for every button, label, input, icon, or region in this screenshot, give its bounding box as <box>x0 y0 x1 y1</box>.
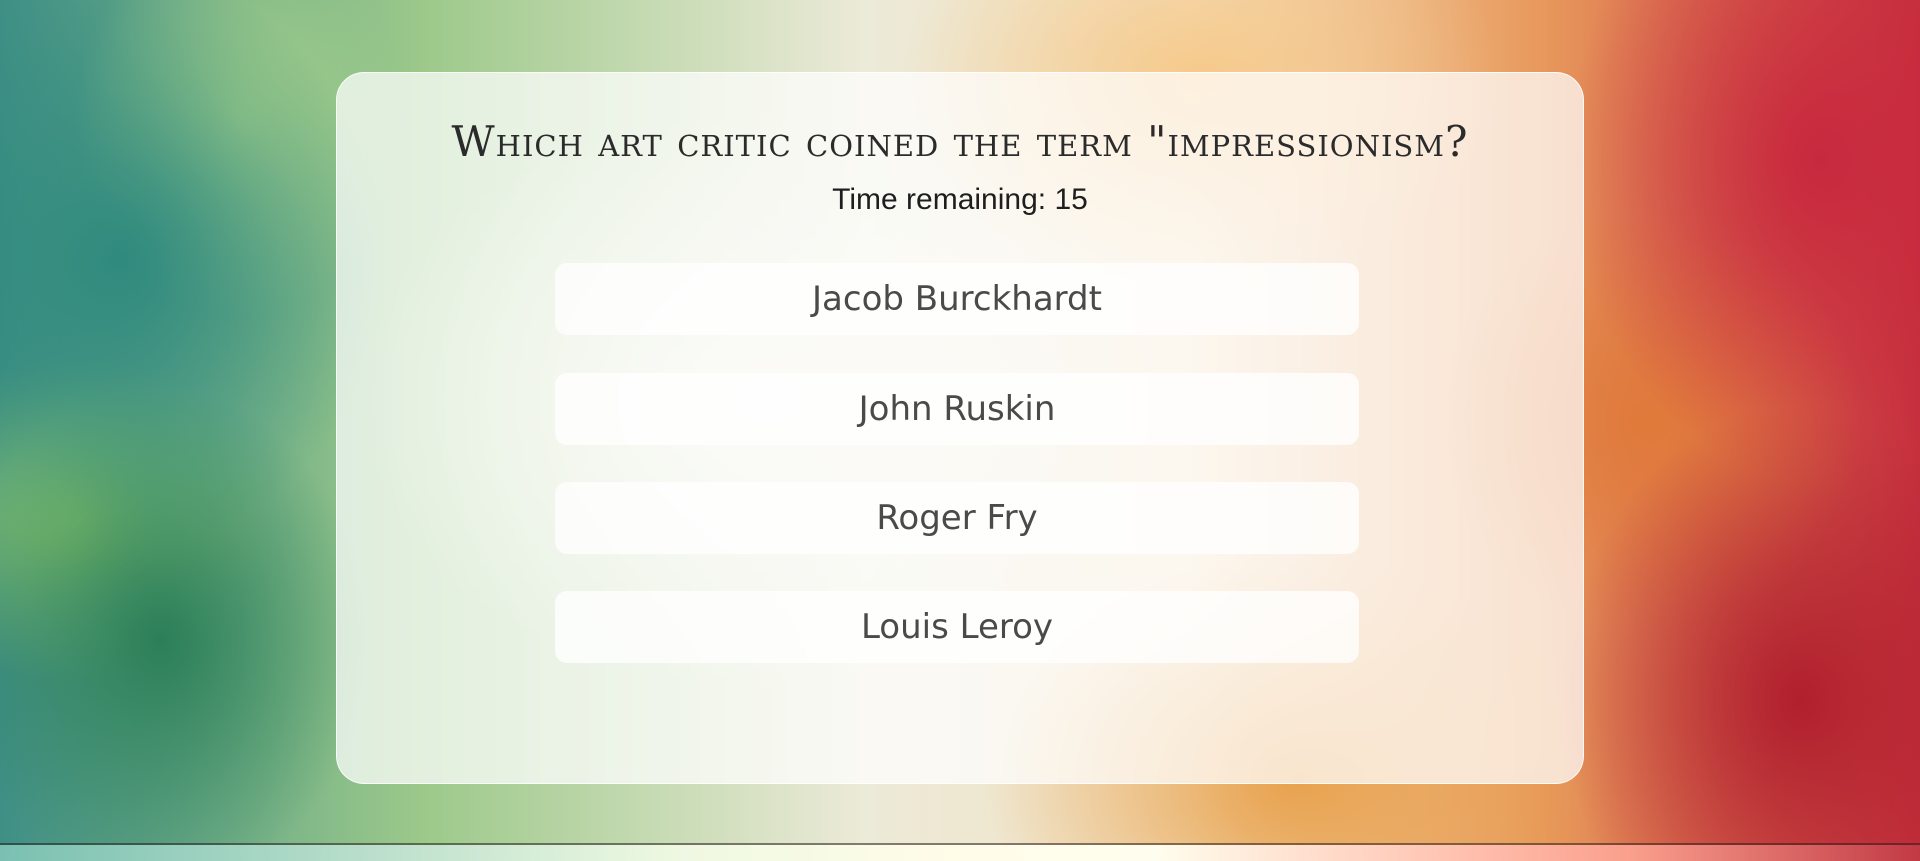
answer-button-john-ruskin[interactable]: John Ruskin <box>555 373 1359 445</box>
answer-button-jacob-burckhardt[interactable]: Jacob Burckhardt <box>555 263 1359 335</box>
background-bottom-strip <box>0 845 1920 861</box>
answer-button-louis-leroy[interactable]: Louis Leroy <box>555 591 1359 663</box>
quiz-card: Which art critic coined the term "impres… <box>336 72 1584 784</box>
answer-button-roger-fry[interactable]: Roger Fry <box>555 482 1359 554</box>
timer-text: Time remaining: 15 <box>832 183 1088 216</box>
question-text: Which art critic coined the term "impres… <box>451 117 1469 166</box>
